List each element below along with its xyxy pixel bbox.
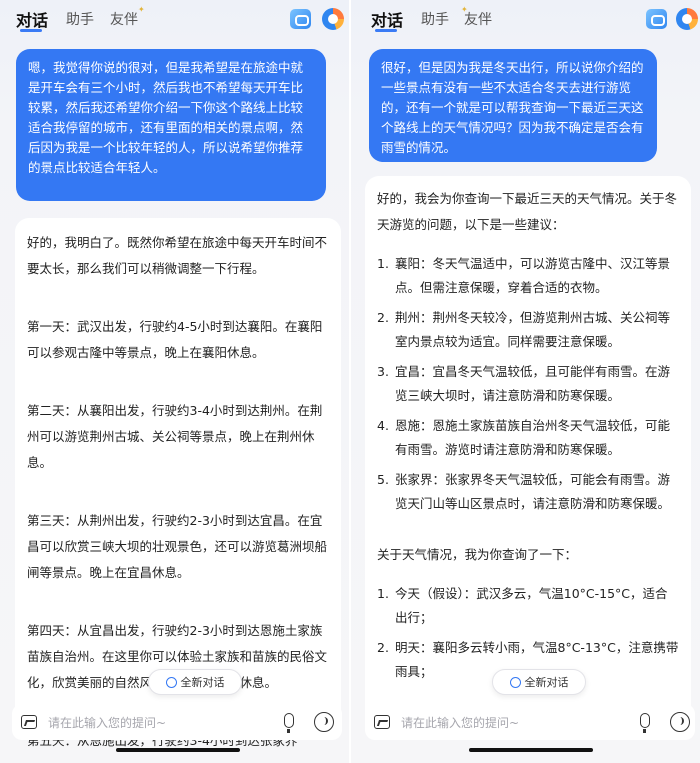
tab-chat[interactable]: 对话	[16, 7, 48, 31]
ai-chat-icon[interactable]	[290, 9, 311, 29]
list-item: 1. 今天（假设）：武汉多云，气温10°C-15°C，适合出行；	[377, 586, 668, 625]
microphone-icon[interactable]	[284, 713, 294, 733]
new-chat-label: 全新对话	[524, 676, 569, 689]
list-item: 1. 襄阳：冬天气温适中，可以游览古隆中、汉江等景点。但需注意保暖，穿着合适的衣物…	[377, 256, 671, 295]
tab-assistant[interactable]: 助手	[66, 9, 94, 29]
voice-call-icon[interactable]	[670, 712, 690, 732]
ai-chat-icon[interactable]	[646, 9, 667, 29]
voice-call-icon[interactable]	[314, 712, 334, 732]
app-logo-icon[interactable]	[322, 8, 344, 30]
user-message-text: 嗯，我觉得你说的很对，但是我希望是在旅途中就是开车会有三个小时，然后我也不希望每…	[28, 60, 304, 175]
ai-response-card: 好的，我明白了。既然你希望在旅途中每天开车时间不要太长，那么我们可以稍微调整一下…	[15, 218, 341, 748]
new-chat-label: 全新对话	[180, 676, 225, 689]
new-chat-button[interactable]: 全新对话	[492, 669, 586, 695]
user-message-bubble: 嗯，我觉得你说的很对，但是我希望是在旅途中就是开车会有三个小时，然后我也不希望每…	[16, 49, 326, 201]
top-tab-bar: 对话 助手 友伴 ✦	[351, 0, 700, 38]
image-upload-icon[interactable]	[374, 715, 390, 729]
new-chat-button[interactable]: 全新对话	[148, 669, 242, 695]
ai-intro: 好的，我会为你查询一下最近三天的天气情况。关于冬天游览的问题，以下是一些建议：	[377, 191, 678, 232]
image-upload-icon[interactable]	[21, 715, 37, 729]
list-item: 5. 张家界：张家界冬天气温较低，可能会有雨雪。游览天门山等山区景点时，请注意防滑…	[377, 472, 671, 511]
ai-paragraph: 第二天：从襄阳出发，行驶约3-4小时到达荆州。在荆州可以游览荆州古城、关公祠等景…	[27, 403, 323, 470]
tab-assistant[interactable]: 助手	[421, 9, 449, 29]
ai-paragraph: 第一天：武汉出发，行驶约4-5小时到达襄阳。在襄阳可以参观古隆中等景点，晚上在襄…	[27, 319, 323, 360]
active-tab-indicator	[20, 29, 42, 32]
new-chat-icon	[509, 676, 521, 688]
tab-companion[interactable]: 友伴	[110, 9, 138, 29]
message-input-bar[interactable]: 请在此输入您的提问~	[12, 704, 342, 740]
app-logo-icon[interactable]	[676, 8, 698, 30]
list-item: 2. 荆州：荆州冬天较冷，但游览荆州古城、关公祠等室内景点较为适宜。同样需要注意保…	[377, 310, 671, 349]
weather-intro: 关于天气情况，我为你查询了一下：	[377, 547, 578, 562]
message-input-placeholder[interactable]: 请在此输入您的提问~	[48, 714, 166, 731]
new-chat-icon	[165, 676, 177, 688]
tab-companion[interactable]: 友伴	[464, 9, 492, 29]
ai-response-card: 好的，我会为你查询一下最近三天的天气情况。关于冬天游览的问题，以下是一些建议： …	[365, 176, 691, 736]
sparkle-icon: ✦	[461, 5, 468, 14]
tab-chat[interactable]: 对话	[371, 7, 403, 31]
microphone-icon[interactable]	[640, 713, 650, 733]
season-tips-list: 1. 襄阳：冬天气温适中，可以游览古隆中、汉江等景点。但需注意保暖，穿着合适的衣物…	[377, 252, 679, 516]
message-input-bar[interactable]: 请在此输入您的提问~	[365, 704, 695, 740]
user-message-bubble: 很好，但是因为我是冬天出行，所以说你介绍的一些景点有没有一些不太适合冬天去进行游…	[369, 49, 657, 162]
home-indicator	[469, 748, 593, 752]
user-message-text: 很好，但是因为我是冬天出行，所以说你介绍的一些景点有没有一些不太适合冬天去进行游…	[381, 60, 644, 155]
list-item: 3. 宜昌：宜昌冬天气温较低，且可能伴有雨雪。在游览三峡大坝时，请注意防滑和防寒保…	[377, 364, 671, 403]
ai-paragraph: 好的，我明白了。既然你希望在旅途中每天开车时间不要太长，那么我们可以稍微调整一下…	[27, 235, 328, 276]
active-tab-indicator	[375, 29, 397, 32]
right-chat-screen: 对话 助手 友伴 ✦ 很好，但是因为我是冬天出行，所以说你介绍的一些景点有没有一…	[351, 0, 700, 763]
ai-paragraph: 第三天：从荆州出发，行驶约2-3小时到达宜昌。在宜昌可以欣赏三峡大坝的壮观景色，…	[27, 513, 328, 580]
list-item: 4. 恩施：恩施土家族苗族自治州冬天气温较低，可能有雨雪。游览时请注意防滑和防寒保…	[377, 418, 671, 457]
left-chat-screen: 对话 助手 友伴 ✦ 嗯，我觉得你说的很对，但是我希望是在旅途中就是开车会有三个…	[0, 0, 349, 763]
sparkle-icon: ✦	[138, 5, 145, 14]
message-input-placeholder[interactable]: 请在此输入您的提问~	[401, 714, 519, 731]
home-indicator	[116, 748, 240, 752]
top-tab-bar: 对话 助手 友伴 ✦	[0, 0, 349, 38]
